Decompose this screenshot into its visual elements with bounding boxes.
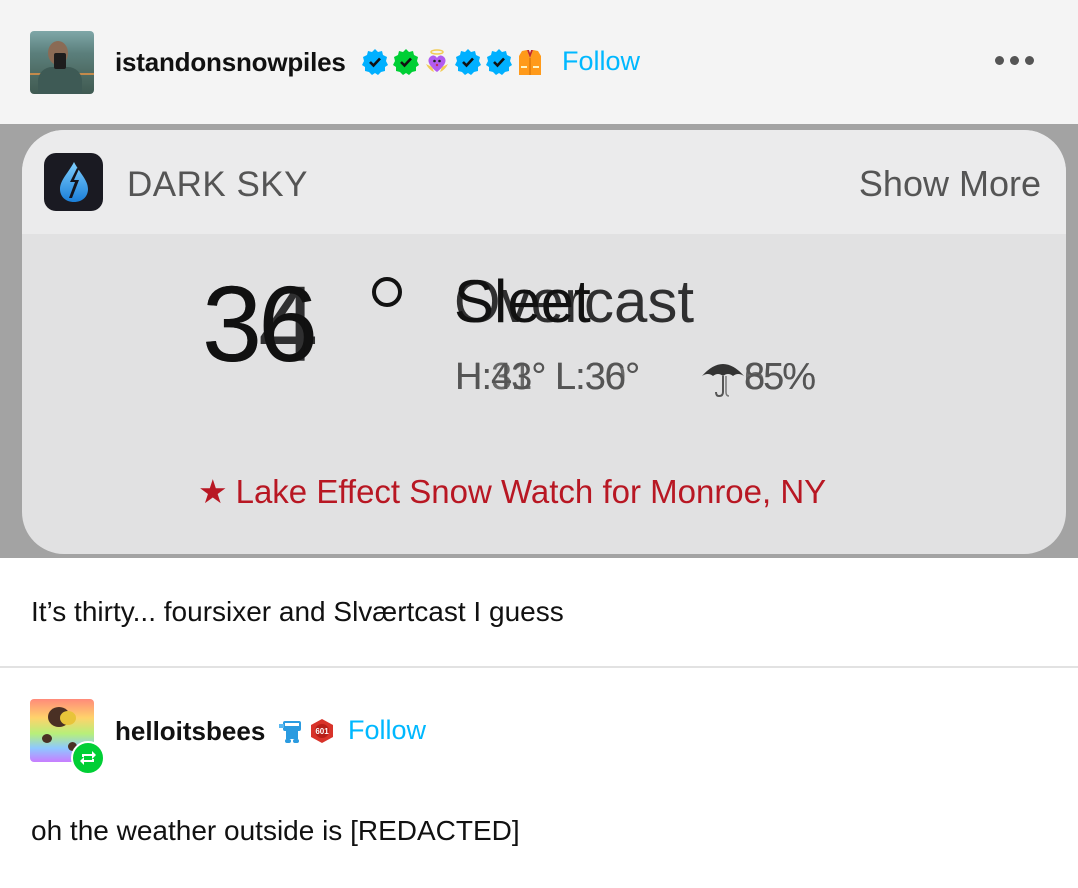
reblog-follow-button[interactable]: Follow — [348, 715, 426, 746]
ellipsis-icon[interactable] — [995, 56, 1034, 65]
post-author-username[interactable]: istandonsnowpiles — [115, 47, 346, 78]
widget-header: DARK SKY Show More — [22, 130, 1066, 234]
badge-text: 601 — [315, 727, 329, 736]
orange-vest-badge-icon[interactable] — [516, 48, 544, 76]
alert-text: Lake Effect Snow Watch for Monroe, NY — [235, 473, 827, 510]
app-name: DARK SKY — [127, 165, 308, 204]
ellipsis-dot — [1025, 56, 1034, 65]
temperature-layer: 34 — [202, 263, 318, 384]
raindrop-lightning-icon — [44, 153, 103, 211]
degree-symbol — [372, 277, 402, 307]
star-icon: ★ — [198, 473, 228, 510]
reblog-author-badges: 601 — [277, 717, 336, 745]
ellipsis-dot — [1010, 56, 1019, 65]
umbrella-icon — [700, 358, 746, 398]
precip-layer: 65% — [744, 356, 816, 398]
verified-green-badge-icon[interactable] — [392, 48, 420, 76]
reblog-icon — [71, 741, 105, 775]
blue-robot-badge-icon[interactable] — [277, 717, 305, 745]
angel-heart-badge-icon[interactable] — [423, 48, 451, 76]
reblog-divider — [0, 666, 1078, 668]
weather-alert[interactable]: ★ Lake Effect Snow Watch for Monroe, NY — [198, 472, 826, 511]
post-header: istandonsnowpiles Follow — [0, 0, 1078, 124]
avatar-detail — [38, 67, 82, 94]
verified-blue-badge-icon[interactable] — [485, 48, 513, 76]
reblog-author-username[interactable]: helloitsbees — [115, 716, 265, 747]
post-caption: It’s thirty... foursixer and Slværtcast … — [31, 596, 564, 627]
follow-button[interactable]: Follow — [562, 46, 640, 77]
reblog-text: oh the weather outside is [REDACTED] — [31, 815, 520, 846]
avatar-detail — [54, 53, 66, 69]
hilo-layer: H:31° L:30° — [455, 356, 640, 398]
verified-blue-badge-icon[interactable] — [454, 48, 482, 76]
red-hexagon-601-badge-icon[interactable]: 601 — [308, 717, 336, 745]
verified-blue-badge-icon[interactable] — [361, 48, 389, 76]
ellipsis-dot — [995, 56, 1004, 65]
show-more-button[interactable]: Show More — [859, 163, 1041, 205]
dark-sky-widget: DARK SKY Show More 36 34 Sleet Overcast … — [22, 130, 1066, 554]
condition-layer: Overcast — [454, 268, 695, 335]
avatar-detail — [60, 711, 76, 725]
avatar-detail — [42, 734, 52, 743]
avatar-istandonsnowpiles[interactable] — [30, 31, 94, 94]
author-badges — [361, 48, 544, 76]
